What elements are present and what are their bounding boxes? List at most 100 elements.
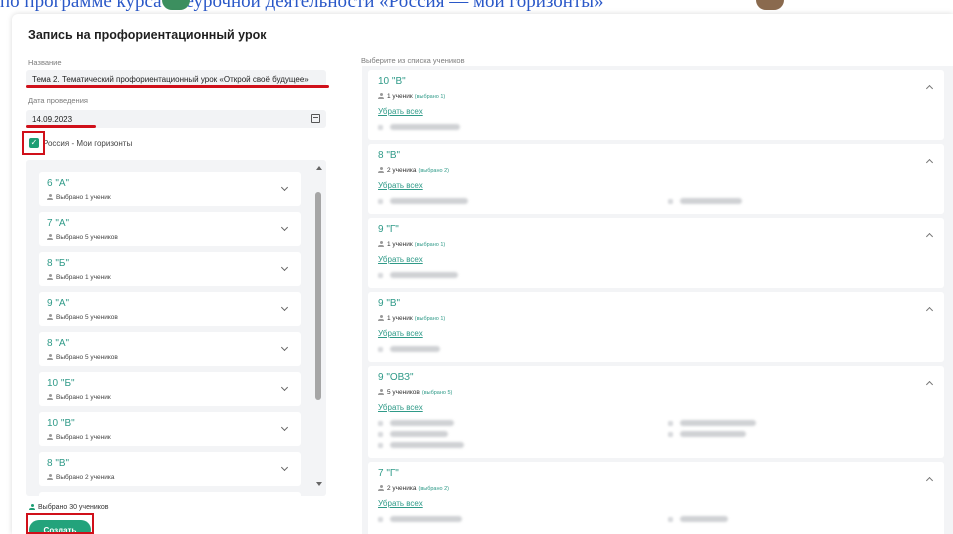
remove-all-link[interactable]: Убрать всех [378,329,423,338]
student-group-card: 7 "Г" 2 ученика (выбрано 2) Убрать всех [368,462,944,534]
chevron-up-icon[interactable] [925,306,934,315]
student-group-count: 2 ученика (выбрано 2) [378,485,449,492]
person-icon [378,315,384,321]
blurred-student-name [680,198,742,204]
class-card[interactable]: 10 "Б" Выбрано 1 ученик [39,372,301,406]
class-name: 8 "Б" [47,258,70,269]
chevron-up-icon[interactable] [925,380,934,389]
students-panel-label: Выберите из списка учеников [361,56,465,65]
class-name: 9 "А" [47,298,70,309]
student-group-name: 9 "Г" [378,224,399,235]
person-icon [29,504,35,510]
person-icon [47,474,53,480]
blurred-student-name [680,431,746,437]
remove-all-link[interactable]: Убрать всех [378,181,423,190]
horizons-checkbox-label: Россия - Мои горизонты [43,139,133,148]
person-icon [47,274,53,280]
class-list-scrollbar[interactable] [312,160,326,496]
total-selected-count: Выбрано 30 учеников [29,504,109,511]
chevron-down-icon[interactable] [280,383,289,392]
remove-all-link[interactable]: Убрать всех [378,255,423,264]
class-name: 8 "В" [47,458,70,469]
class-selected-count: Выбрано 5 учеников [47,314,118,321]
blurred-student-name [390,420,454,426]
remove-all-link[interactable]: Убрать всех [378,499,423,508]
class-card[interactable]: 7 "А" Выбрано 5 учеников [39,212,301,246]
calendar-icon[interactable] [311,114,320,123]
student-checkbox[interactable] [668,432,673,437]
chevron-up-icon[interactable] [925,158,934,167]
student-checkbox[interactable] [378,421,383,426]
student-group-name: 10 "В" [378,76,406,87]
student-checkbox[interactable] [378,347,383,352]
red-underline-annotation [26,125,96,128]
chevron-down-icon[interactable] [280,423,289,432]
chevron-down-icon[interactable] [280,183,289,192]
student-checkbox[interactable] [378,199,383,204]
class-name: 8 "А" [47,338,70,349]
blurred-student-name [680,516,728,522]
chevron-down-icon[interactable] [280,303,289,312]
class-card[interactable]: 8 "Б" Выбрано 1 ученик [39,252,301,286]
class-list: 6 "А" Выбрано 1 ученик 7 "А" Выбрано 5 у… [26,160,326,496]
remove-all-link[interactable]: Убрать всех [378,403,423,412]
person-icon [47,434,53,440]
student-group-card: 8 "В" 2 ученика (выбрано 2) Убрать всех [368,144,944,214]
scrollbar-thumb[interactable] [315,192,321,400]
chevron-down-icon[interactable] [280,343,289,352]
class-card[interactable]: 8 "А" Выбрано 5 учеников [39,332,301,366]
student-checkbox[interactable] [668,199,673,204]
class-card-partial[interactable] [39,492,301,496]
person-icon [378,167,384,173]
class-name: 10 "В" [47,418,75,429]
person-icon [378,241,384,247]
chevron-down-icon[interactable] [280,463,289,472]
person-icon [47,354,53,360]
student-checkbox[interactable] [378,443,383,448]
blurred-student-name [390,272,458,278]
blurred-student-name [390,346,440,352]
person-icon [47,394,53,400]
class-selected-count: Выбрано 1 ученик [47,394,111,401]
blurred-student-name [680,420,756,426]
blurred-student-name [390,516,462,522]
class-name: 7 "А" [47,218,70,229]
student-checkbox[interactable] [668,517,673,522]
person-icon [47,194,53,200]
chevron-up-icon[interactable] [925,232,934,241]
student-group-name: 7 "Г" [378,468,399,479]
class-card[interactable]: 10 "В" Выбрано 1 ученик [39,412,301,446]
person-icon [47,314,53,320]
chevron-up-icon[interactable] [925,84,934,93]
class-card[interactable]: 8 "В" Выбрано 2 ученика [39,452,301,486]
chevron-up-icon[interactable] [925,476,934,485]
red-box-annotation [22,131,45,155]
student-group-card: 9 "Г" 1 ученик (выбрано 1) Убрать всех [368,218,944,288]
class-name: 10 "Б" [47,378,75,389]
student-checkbox[interactable] [378,517,383,522]
chevron-down-icon[interactable] [280,263,289,272]
student-group-count: 1 ученик (выбрано 1) [378,241,445,248]
class-selected-count: Выбрано 5 учеников [47,354,118,361]
class-card[interactable]: 9 "А" Выбрано 5 учеников [39,292,301,326]
name-label: Название [28,58,62,67]
student-checkbox[interactable] [378,432,383,437]
chevron-down-icon[interactable] [280,223,289,232]
student-checkbox[interactable] [668,421,673,426]
student-checkbox[interactable] [378,125,383,130]
class-selected-count: Выбрано 1 ученик [47,194,111,201]
student-group-name: 9 "В" [378,298,401,309]
class-card[interactable]: 6 "А" Выбрано 1 ученик [39,172,301,206]
scroll-down-arrow-icon[interactable] [316,482,322,486]
lesson-name-value: Тема 2. Тематический профориентационный … [32,75,309,84]
student-checkbox[interactable] [378,273,383,278]
class-name: 6 "А" [47,178,70,189]
person-icon [378,93,384,99]
class-selected-count: Выбрано 2 ученика [47,474,114,481]
scroll-up-arrow-icon[interactable] [316,166,322,170]
student-group-count: 5 учеников (выбрано 5) [378,389,452,396]
blurred-student-name [390,198,468,204]
remove-all-link[interactable]: Убрать всех [378,107,423,116]
person-icon [47,234,53,240]
student-group-name: 8 "В" [378,150,401,161]
